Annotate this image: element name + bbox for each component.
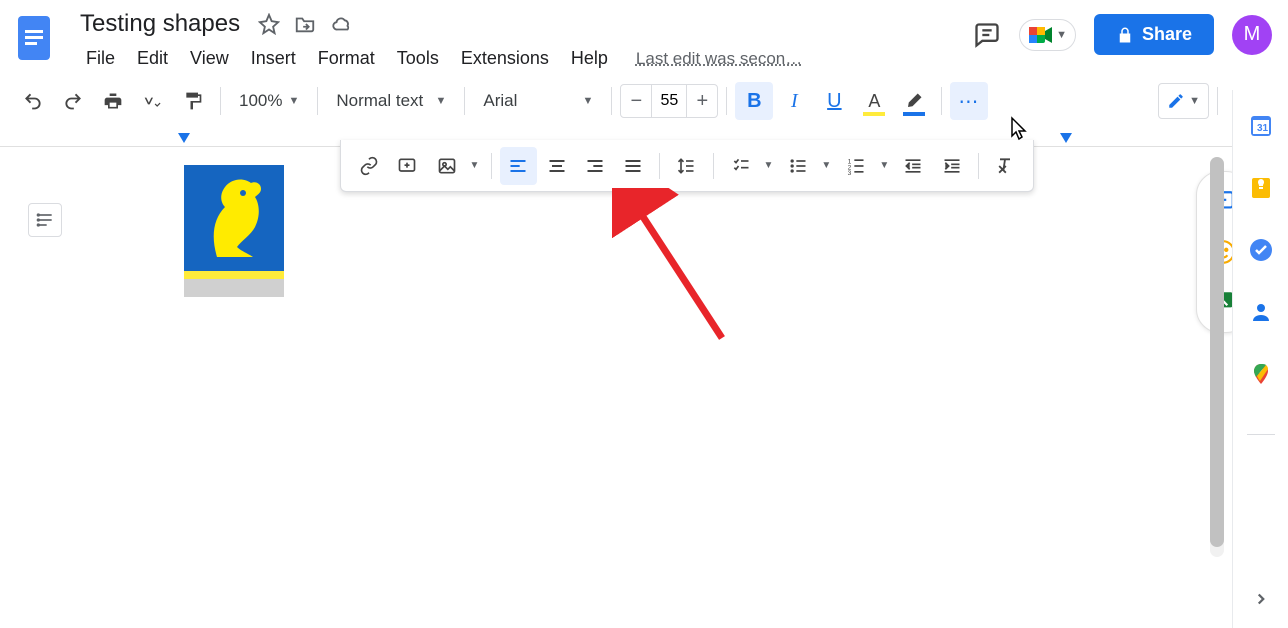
menu-format[interactable]: Format [308,44,385,73]
chevron-down-icon[interactable]: ▼ [760,160,778,171]
toolbar-overflow-row: ▼ ▼ ▼ 123 ▼ [340,140,1034,192]
menu-help[interactable]: Help [561,44,618,73]
insert-image-button[interactable] [428,147,466,185]
separator [220,87,221,115]
separator [611,87,612,115]
document-canvas[interactable] [0,147,1288,617]
vertical-scrollbar[interactable] [1210,157,1224,557]
separator [1247,434,1275,435]
keep-app-icon[interactable] [1249,176,1273,200]
font-size-input[interactable] [651,85,687,117]
separator [317,87,318,115]
star-icon[interactable] [258,13,280,35]
separator [659,153,660,179]
increase-indent-button[interactable] [933,147,969,185]
calendar-app-icon[interactable]: 31 [1249,114,1273,138]
align-right-button[interactable] [577,147,613,185]
side-panel-toggle[interactable] [1252,590,1270,608]
paragraph-style-dropdown[interactable]: Normal text▼ [326,82,456,120]
chevron-down-icon: ▼ [288,95,299,107]
redo-button[interactable] [54,82,92,120]
font-size-decrease[interactable]: − [621,90,651,113]
menu-tools[interactable]: Tools [387,44,449,73]
chevron-down-icon: ▼ [1056,29,1067,41]
menu-edit[interactable]: Edit [127,44,178,73]
comment-history-icon[interactable] [973,21,1001,49]
highlight-color-button[interactable] [895,82,933,120]
menu-insert[interactable]: Insert [241,44,306,73]
chevron-down-icon: ▼ [435,95,446,107]
font-size-increase[interactable]: + [687,90,717,113]
svg-text:3: 3 [848,170,852,176]
docs-logo[interactable] [16,14,52,62]
underline-button[interactable]: U [815,82,853,120]
align-left-button[interactable] [500,147,536,185]
account-avatar[interactable]: M [1232,15,1272,55]
maps-app-icon[interactable] [1249,362,1273,386]
share-button-label: Share [1142,24,1192,45]
bulleted-list-button[interactable] [779,147,817,185]
cloud-status-icon[interactable] [330,13,354,35]
chevron-down-icon: ▼ [582,95,593,107]
menu-extensions[interactable]: Extensions [451,44,559,73]
align-center-button[interactable] [539,147,575,185]
font-family-dropdown[interactable]: Arial▼ [473,82,603,120]
side-panel-rail: 31 [1232,90,1288,628]
numbered-list-button[interactable]: 123 [837,147,875,185]
undo-button[interactable] [14,82,52,120]
separator [726,87,727,115]
text-color-button[interactable]: A [855,82,893,120]
show-outline-button[interactable] [28,203,62,237]
separator [491,153,492,179]
decrease-indent-button[interactable] [895,147,931,185]
add-comment-button[interactable] [389,147,425,185]
separator [1217,87,1218,115]
checklist-button[interactable] [722,147,760,185]
move-icon[interactable] [294,13,316,35]
spellcheck-button[interactable] [134,82,172,120]
chevron-down-icon: ▼ [1189,95,1200,107]
lock-icon [1116,26,1134,44]
italic-button[interactable]: I [775,82,813,120]
knight-icon [197,173,271,263]
paint-format-button[interactable] [174,82,212,120]
chevron-down-icon[interactable]: ▼ [875,160,893,171]
align-justify-button[interactable] [615,147,651,185]
separator [978,153,979,179]
more-options-button[interactable]: ⋯ [950,82,988,120]
print-button[interactable] [94,82,132,120]
line-spacing-button[interactable] [668,147,704,185]
separator [941,87,942,115]
contacts-app-icon[interactable] [1249,300,1273,324]
menu-file[interactable]: File [76,44,125,73]
inserted-image[interactable] [184,165,284,297]
editing-mode-dropdown[interactable]: ▼ [1158,83,1209,119]
last-edit-link[interactable]: Last edit was secon… [636,49,802,69]
tasks-app-icon[interactable] [1249,238,1273,262]
scrollbar-thumb[interactable] [1210,157,1224,547]
svg-text:31: 31 [1257,123,1269,134]
separator [713,153,714,179]
chevron-down-icon[interactable]: ▼ [817,160,835,171]
clear-formatting-button[interactable] [987,147,1023,185]
bold-button[interactable]: B [735,82,773,120]
menu-view[interactable]: View [180,44,239,73]
zoom-dropdown[interactable]: 100%▼ [229,82,309,120]
share-button[interactable]: Share [1094,14,1214,55]
insert-link-button[interactable] [351,147,387,185]
chevron-down-icon[interactable]: ▼ [466,160,484,171]
separator [464,87,465,115]
document-title[interactable]: Testing shapes [76,8,244,40]
pen-icon [1167,92,1185,110]
font-size-control: − + [620,84,718,118]
meet-button[interactable]: ▼ [1019,19,1076,51]
